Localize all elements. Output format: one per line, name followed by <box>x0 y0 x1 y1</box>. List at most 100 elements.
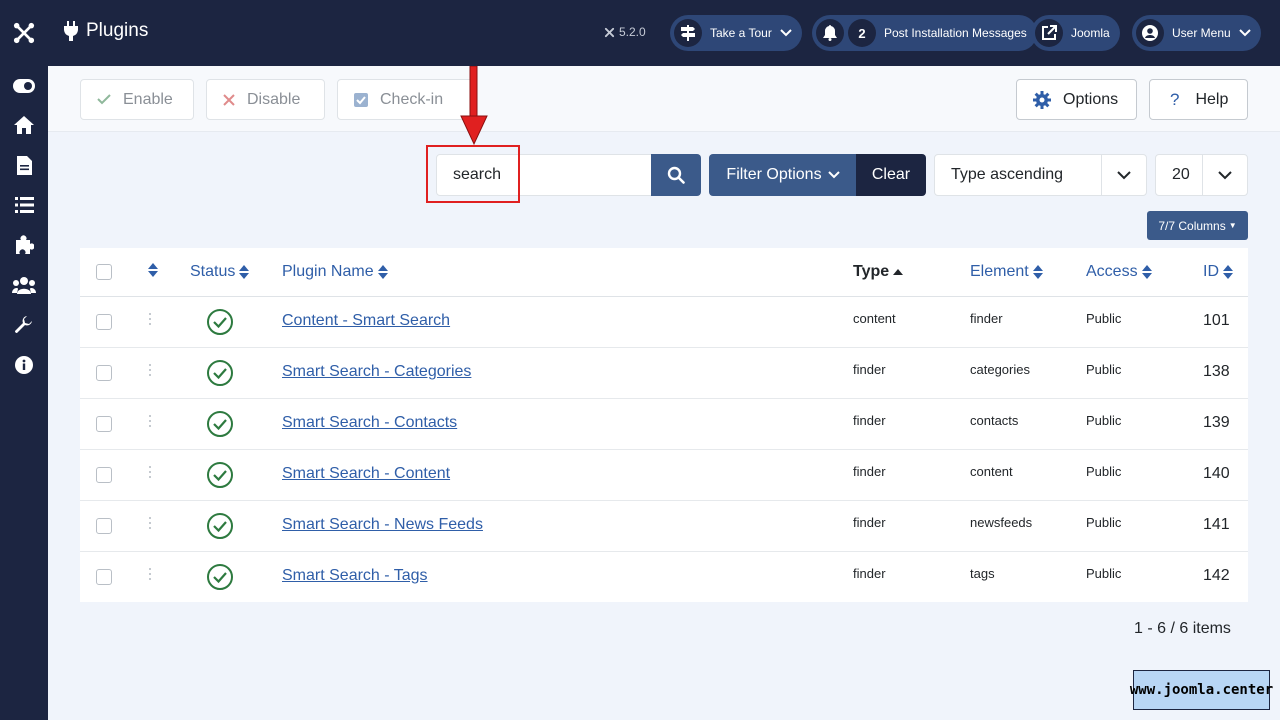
status-column-header[interactable]: Status <box>190 263 250 281</box>
plugins-table: Status Plugin Name Type Element Access I… <box>80 248 1248 602</box>
type-column-header[interactable]: Type <box>853 263 904 281</box>
list-limit-value: 20 <box>1172 166 1190 183</box>
access-column-header[interactable]: Access <box>1086 263 1152 281</box>
published-check-icon[interactable] <box>206 461 234 489</box>
chevron-down-icon <box>780 29 792 37</box>
drag-handle-icon[interactable] <box>149 466 153 480</box>
element-cell: tags <box>970 566 995 581</box>
help-button[interactable]: ? Help <box>1149 79 1248 120</box>
ordering-sort-icon[interactable] <box>148 263 158 277</box>
filter-options-label: Filter Options <box>726 166 822 183</box>
drag-handle-icon[interactable] <box>149 313 153 327</box>
puzzle-icon[interactable] <box>0 225 48 265</box>
joomla-link-label: Joomla <box>1071 26 1110 40</box>
clear-button[interactable]: Clear <box>856 154 926 196</box>
page-title: Plugins <box>64 20 148 42</box>
published-check-icon[interactable] <box>206 512 234 540</box>
plugin-name-link[interactable]: Content - Smart Search <box>282 312 450 330</box>
home-icon[interactable] <box>0 105 48 145</box>
row-checkbox[interactable] <box>96 467 112 483</box>
joomla-site-link[interactable]: Joomla <box>1031 15 1120 51</box>
ordering-select[interactable]: Type ascending <box>934 154 1147 196</box>
check-in-button[interactable]: Check-in <box>337 79 477 120</box>
row-checkbox[interactable] <box>96 314 112 330</box>
access-cell: Public <box>1086 413 1122 428</box>
notification-count-badge: 2 <box>848 19 876 47</box>
wrench-icon[interactable] <box>0 305 48 345</box>
plugin-name-link[interactable]: Smart Search - Tags <box>282 567 428 585</box>
plug-icon <box>64 21 78 41</box>
sort-icon <box>1032 265 1043 279</box>
element-cell: contacts <box>970 413 1019 428</box>
check-in-label: Check-in <box>380 90 444 108</box>
sort-icon <box>1223 265 1233 279</box>
type-cell: finder <box>853 566 886 581</box>
row-checkbox[interactable] <box>96 365 112 381</box>
file-icon[interactable] <box>0 145 48 185</box>
chevron-down-icon <box>1218 171 1232 180</box>
disable-button[interactable]: Disable <box>206 79 325 120</box>
published-check-icon[interactable] <box>206 308 234 336</box>
element-cell: categories <box>970 362 1030 377</box>
plugin-name-column-header[interactable]: Plugin Name <box>282 263 388 281</box>
take-tour-label: Take a Tour <box>710 26 772 40</box>
drag-handle-icon[interactable] <box>149 568 153 582</box>
access-cell: Public <box>1086 515 1122 530</box>
id-column-header[interactable]: ID <box>1203 263 1233 281</box>
pagination-counter: 1 - 6 / 6 items <box>1134 620 1231 637</box>
list-icon[interactable] <box>0 185 48 225</box>
row-checkbox[interactable] <box>96 569 112 585</box>
drag-handle-icon[interactable] <box>149 415 153 429</box>
info-icon[interactable] <box>0 345 48 385</box>
table-row: Smart Search - News Feeds finder newsfee… <box>80 501 1248 552</box>
access-cell: Public <box>1086 311 1122 326</box>
columns-toggle-button[interactable]: 7/7 Columns ▼ <box>1147 211 1248 240</box>
row-checkbox[interactable] <box>96 416 112 432</box>
plugin-name-link[interactable]: Smart Search - Categories <box>282 363 471 381</box>
ordering-value: Type ascending <box>951 166 1064 183</box>
element-cell: content <box>970 464 1013 479</box>
toggle-menu-icon[interactable] <box>0 66 48 106</box>
user-menu-label: User Menu <box>1172 26 1231 40</box>
enable-button[interactable]: Enable <box>80 79 194 120</box>
version-label: 5.2.0 <box>604 25 646 39</box>
options-button[interactable]: Options <box>1016 79 1137 120</box>
element-cell: newsfeeds <box>970 515 1033 530</box>
sidebar <box>0 0 48 720</box>
signpost-icon <box>674 19 702 47</box>
watermark: www.joomla.center <box>1130 670 1273 710</box>
joomla-logo-icon[interactable] <box>0 0 48 66</box>
element-cell: finder <box>970 311 1003 326</box>
select-all-checkbox[interactable] <box>96 264 112 280</box>
type-cell: content <box>853 311 896 326</box>
drag-handle-icon[interactable] <box>149 364 153 378</box>
annotation-arrow-icon <box>460 66 488 146</box>
filter-options-button[interactable]: Filter Options <box>709 154 857 196</box>
published-check-icon[interactable] <box>206 563 234 591</box>
enable-label: Enable <box>123 90 173 108</box>
external-link-icon <box>1035 19 1063 47</box>
row-checkbox[interactable] <box>96 518 112 534</box>
plugin-name-link[interactable]: Smart Search - News Feeds <box>282 516 483 534</box>
sort-icon <box>239 265 250 279</box>
type-cell: finder <box>853 362 886 377</box>
published-check-icon[interactable] <box>206 410 234 438</box>
toolbar: Enable Disable Check-in Options ? Help <box>48 66 1280 132</box>
drag-handle-icon[interactable] <box>149 517 153 531</box>
users-icon[interactable] <box>0 265 48 305</box>
take-tour-button[interactable]: Take a Tour <box>670 15 802 51</box>
search-button[interactable] <box>651 154 701 196</box>
id-cell: 141 <box>1203 516 1230 533</box>
published-check-icon[interactable] <box>206 359 234 387</box>
plugin-name-link[interactable]: Smart Search - Contacts <box>282 414 457 432</box>
element-column-header[interactable]: Element <box>970 263 1043 281</box>
access-cell: Public <box>1086 464 1122 479</box>
list-limit-select[interactable]: 20 <box>1155 154 1248 196</box>
post-installation-messages-button[interactable]: 2 Post Installation Messages <box>812 15 1037 51</box>
options-label: Options <box>1063 90 1119 108</box>
user-menu-button[interactable]: User Menu <box>1132 15 1261 51</box>
version-text: 5.2.0 <box>619 25 646 39</box>
sort-ascending-icon <box>893 268 904 275</box>
table-row: Smart Search - Content finder content Pu… <box>80 450 1248 501</box>
plugin-name-link[interactable]: Smart Search - Content <box>282 465 450 483</box>
